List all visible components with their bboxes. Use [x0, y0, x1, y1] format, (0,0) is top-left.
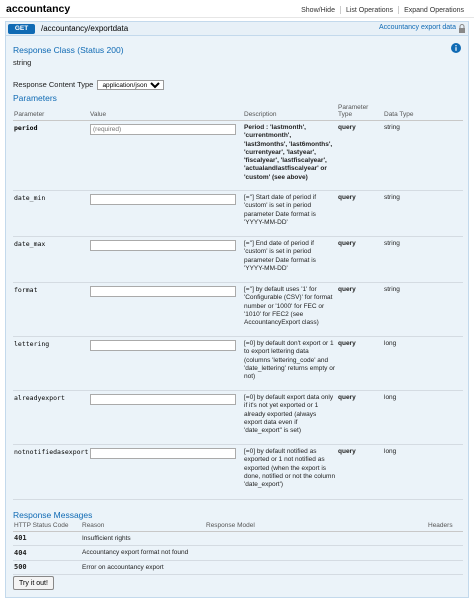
column-header-reason: Reason	[81, 521, 205, 532]
operation-path[interactable]: /accountancy/exportdata	[41, 24, 128, 33]
parameter-type: query	[337, 236, 383, 283]
parameter-description: [=''] End date of period if 'custom' is …	[243, 236, 337, 283]
operation-summary[interactable]: Accountancy export data	[379, 24, 456, 31]
resource-title[interactable]: accountancy	[6, 3, 70, 15]
resource-nav: Show/Hide List Operations Expand Operati…	[301, 6, 464, 14]
response-class-type: string	[13, 58, 32, 67]
parameter-type: query	[337, 282, 383, 337]
column-header-parameter: Parameter	[13, 104, 89, 121]
parameter-name: format	[13, 282, 89, 337]
parameters-title: Parameters	[13, 93, 57, 103]
parameter-description: [=0] by default export data only if it's…	[243, 390, 337, 445]
parameter-data-type: string	[383, 190, 463, 237]
alreadyexport-input[interactable]	[90, 394, 236, 405]
status-reason: Accountancy export format not found	[81, 545, 463, 561]
parameter-name: period	[13, 120, 89, 191]
response-header-row: HTTP Status Code Reason Response Model H…	[13, 521, 463, 532]
operation-content: Response Class (Status 200) string Respo…	[5, 36, 469, 598]
parameter-name: notnotifiedasexport	[13, 444, 89, 500]
response-row: 404 Accountancy export format not found	[13, 545, 463, 561]
parameter-description: [=0] by default don't export or 1 to exp…	[243, 336, 337, 391]
expand-operations-link[interactable]: Expand Operations	[404, 7, 464, 14]
column-header-description: Description	[243, 104, 337, 121]
parameter-value-cell	[89, 390, 243, 445]
date-min-input[interactable]	[90, 194, 236, 205]
column-header-status-code: HTTP Status Code	[13, 521, 81, 532]
show-hide-link[interactable]: Show/Hide	[301, 7, 335, 14]
lettering-input[interactable]	[90, 340, 236, 351]
list-operations-link[interactable]: List Operations	[346, 7, 393, 14]
parameter-value-cell	[89, 236, 243, 283]
column-header-response-model: Response Model	[205, 521, 427, 532]
parameter-row: period Period : 'lastmonth', 'currentmon…	[13, 120, 463, 191]
parameter-data-type: long	[383, 336, 463, 391]
parameter-name: alreadyexport	[13, 390, 89, 445]
parameter-data-type: string	[383, 236, 463, 283]
parameter-name: lettering	[13, 336, 89, 391]
column-header-data-type: Data Type	[383, 104, 463, 121]
nav-divider	[398, 6, 400, 14]
parameter-description: [=''] Start date of period if 'custom' i…	[243, 190, 337, 237]
parameters-table: Parameter Value Description Parameter Ty…	[13, 104, 463, 500]
response-content-type: Response Content Type application/json	[13, 80, 165, 91]
parameter-name: date_min	[13, 190, 89, 237]
parameter-value-cell	[89, 282, 243, 337]
parameter-data-type: long	[383, 444, 463, 500]
response-messages-title: Response Messages	[13, 510, 93, 520]
parameter-type: query	[337, 390, 383, 445]
http-method-badge[interactable]: GET	[8, 24, 35, 34]
status-reason: Error on accountancy export	[81, 560, 463, 575]
resource-header: accountancy Show/Hide List Operations Ex…	[0, 0, 474, 18]
parameter-row: alreadyexport [=0] by default export dat…	[13, 390, 463, 445]
parameter-type: query	[337, 336, 383, 391]
info-icon[interactable]	[451, 43, 461, 53]
parameter-row: notnotifiedasexport [=0] by default noti…	[13, 444, 463, 500]
parameter-type: query	[337, 444, 383, 500]
parameter-name: date_max	[13, 236, 89, 283]
parameter-row: lettering [=0] by default don't export o…	[13, 336, 463, 391]
parameter-data-type: string	[383, 282, 463, 337]
parameter-row: date_max [=''] End date of period if 'cu…	[13, 236, 463, 283]
parameter-value-cell	[89, 336, 243, 391]
status-code: 404	[13, 545, 81, 561]
parameter-value-cell	[89, 444, 243, 500]
format-input[interactable]	[90, 286, 236, 297]
content-type-label: Response Content Type	[13, 80, 94, 89]
column-header-headers: Headers	[427, 521, 463, 532]
parameters-header-row: Parameter Value Description Parameter Ty…	[13, 104, 463, 121]
response-row: 401 Insufficient rights	[13, 531, 463, 546]
status-code: 500	[13, 560, 81, 575]
status-code: 401	[13, 531, 81, 546]
notnotifiedasexport-input[interactable]	[90, 448, 236, 459]
response-row: 500 Error on accountancy export	[13, 560, 463, 575]
date-max-input[interactable]	[90, 240, 236, 251]
parameter-row: format [=''] by default uses '1' for 'Co…	[13, 282, 463, 337]
nav-divider	[339, 6, 341, 14]
parameter-description: [=''] by default uses '1' for 'Configura…	[243, 282, 337, 337]
column-header-parameter-type: Parameter Type	[337, 104, 383, 121]
response-messages-table: HTTP Status Code Reason Response Model H…	[13, 521, 463, 575]
parameter-value-cell	[89, 190, 243, 237]
lock-icon[interactable]	[458, 24, 466, 33]
operation-heading[interactable]: GET /accountancy/exportdata Accountancy …	[5, 21, 469, 36]
parameter-value-cell	[89, 120, 243, 191]
parameter-type: query	[337, 120, 383, 191]
status-reason: Insufficient rights	[81, 531, 463, 546]
column-header-value: Value	[89, 104, 243, 121]
parameter-data-type: string	[383, 120, 463, 191]
parameter-row: date_min [=''] Start date of period if '…	[13, 190, 463, 237]
period-input[interactable]	[90, 124, 236, 135]
content-type-select[interactable]: application/json	[97, 80, 165, 91]
parameter-description: Period : 'lastmonth', 'currentmonth', 'l…	[243, 120, 337, 191]
response-class-title: Response Class (Status 200)	[13, 45, 124, 55]
parameter-type: query	[337, 190, 383, 237]
parameter-description: [=0] by default notified as exported or …	[243, 444, 337, 500]
parameter-data-type: long	[383, 390, 463, 445]
try-it-out-button[interactable]: Try it out!	[13, 576, 54, 590]
